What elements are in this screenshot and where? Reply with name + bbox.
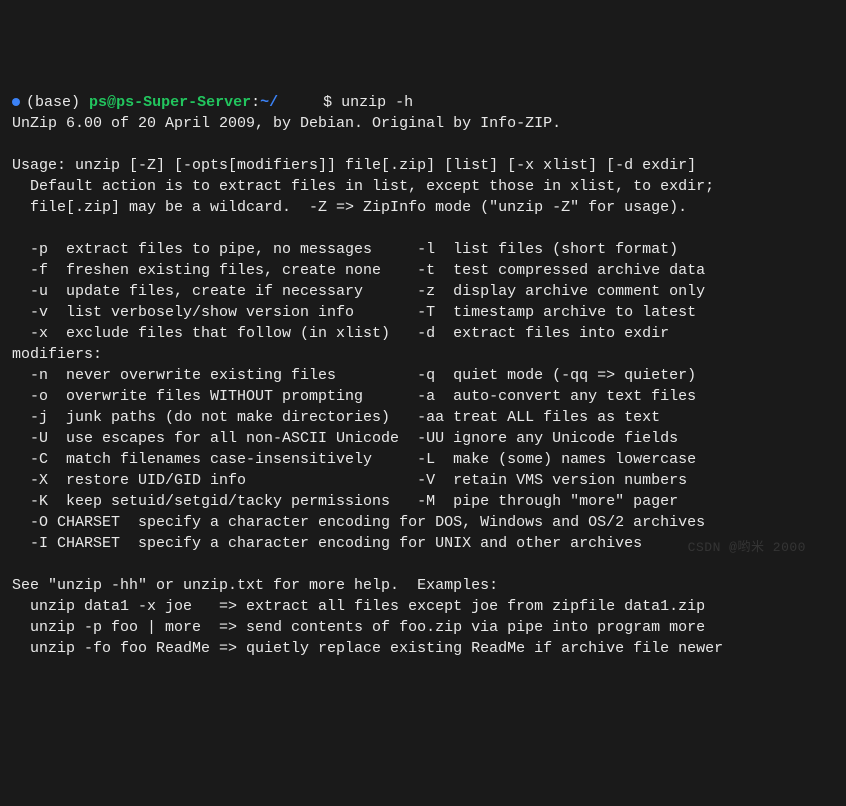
output-line: unzip -p foo | more => send contents of … [12, 619, 705, 636]
terminal-window[interactable]: (base) ps@ps-Super-Server:~/ $ unzip -h … [12, 92, 834, 659]
output-line: Default action is to extract files in li… [12, 178, 714, 195]
output-line: -j junk paths (do not make directories) … [12, 409, 660, 426]
output-line: UnZip 6.00 of 20 April 2009, by Debian. … [12, 115, 561, 132]
output-line: -x exclude files that follow (in xlist) … [12, 325, 669, 342]
prompt-extra [278, 94, 323, 111]
prompt-colon: : [251, 94, 260, 111]
output-line: -n never overwrite existing files -q qui… [12, 367, 696, 384]
prompt-host: ps-Super-Server [116, 94, 251, 111]
output-line: -I CHARSET specify a character encoding … [12, 535, 642, 552]
prompt-user: ps [89, 94, 107, 111]
output-line: -O CHARSET specify a character encoding … [12, 514, 705, 531]
output-line: unzip -fo foo ReadMe => quietly replace … [12, 640, 723, 657]
output-line: modifiers: [12, 346, 102, 363]
output-line: file[.zip] may be a wildcard. -Z => ZipI… [12, 199, 687, 216]
output-line: Usage: unzip [-Z] [-opts[modifiers]] fil… [12, 157, 696, 174]
output-line: -C match filenames case-insensitively -L… [12, 451, 696, 468]
output-line: -f freshen existing files, create none -… [12, 262, 705, 279]
bullet-icon [12, 98, 20, 106]
output-line: -K keep setuid/setgid/tacky permissions … [12, 493, 678, 510]
output-line: -v list verbosely/show version info -T t… [12, 304, 696, 321]
output-line: -u update files, create if necessary -z … [12, 283, 705, 300]
output-line: See "unzip -hh" or unzip.txt for more he… [12, 577, 498, 594]
output-line: -o overwrite files WITHOUT prompting -a … [12, 388, 696, 405]
output-line: unzip data1 -x joe => extract all files … [12, 598, 705, 615]
prompt-dollar: $ [323, 94, 341, 111]
prompt-at: @ [107, 94, 116, 111]
output-line: -X restore UID/GID info -V retain VMS ve… [12, 472, 687, 489]
output-line: -p extract files to pipe, no messages -l… [12, 241, 678, 258]
watermark: CSDN @哟米 2000 [688, 539, 806, 557]
conda-env: (base) [26, 94, 80, 111]
output-line: -U use escapes for all non-ASCII Unicode… [12, 430, 678, 447]
prompt-path: ~/ [260, 94, 278, 111]
prompt-line[interactable]: (base) ps@ps-Super-Server:~/ $ unzip -h [12, 94, 413, 111]
command-text: unzip -h [341, 94, 413, 111]
